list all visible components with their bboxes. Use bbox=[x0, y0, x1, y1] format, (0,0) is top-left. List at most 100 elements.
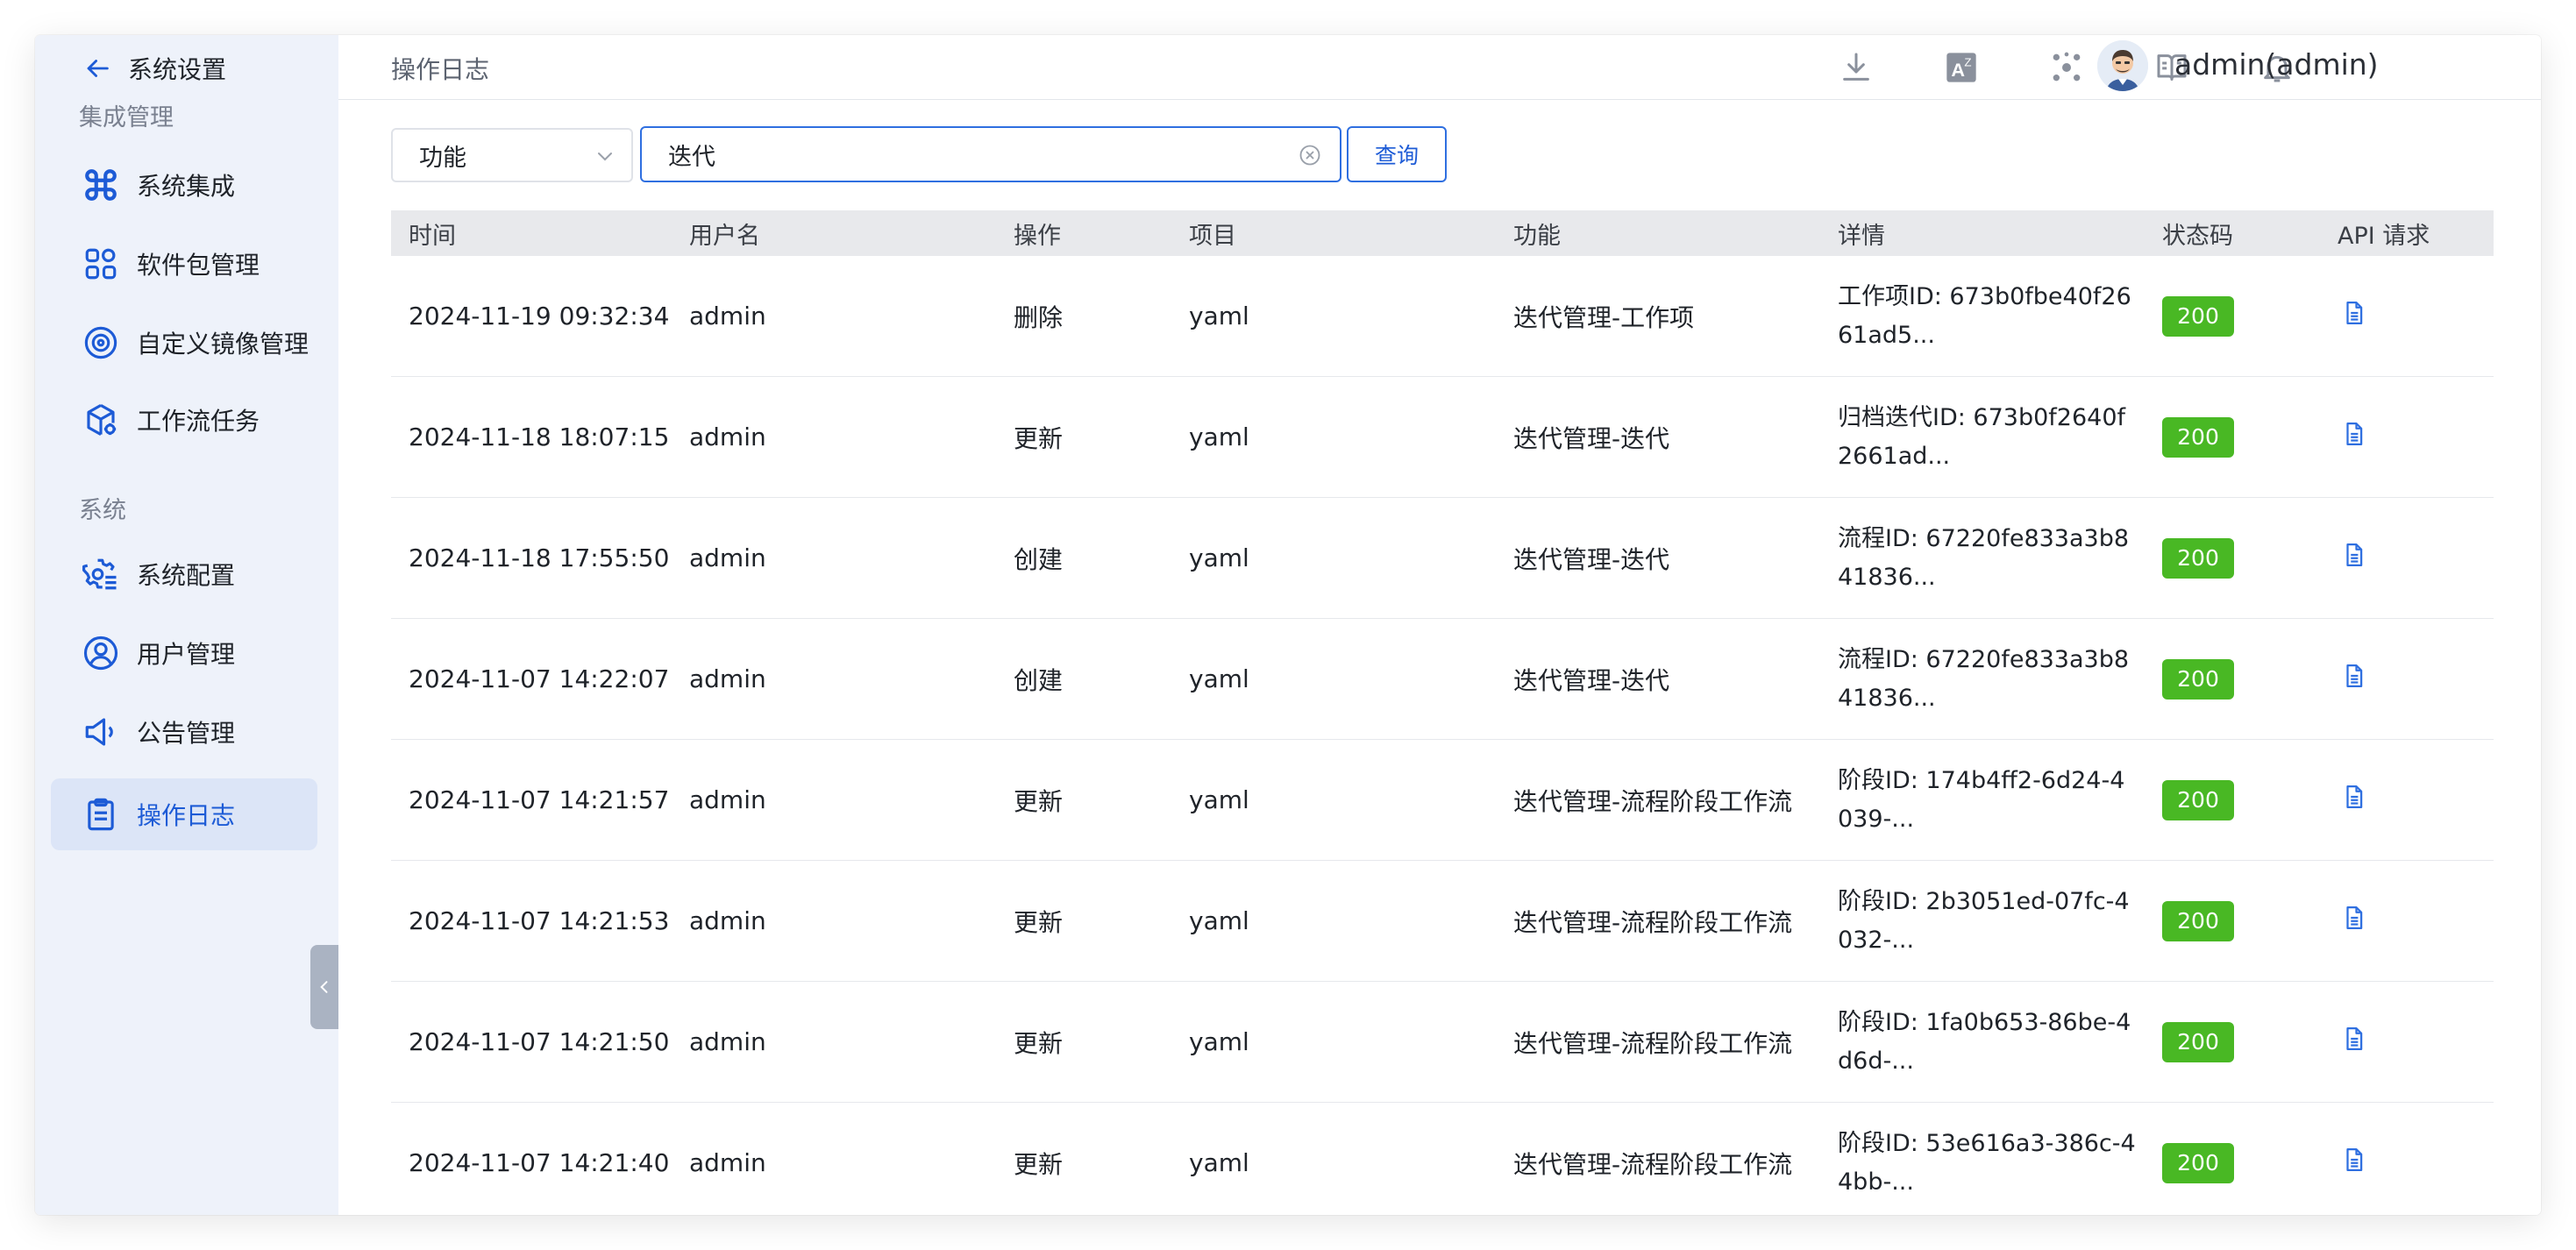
status-badge: 200 bbox=[2162, 537, 2234, 579]
sidebar-item-system-integration[interactable]: 系统集成 bbox=[51, 149, 317, 221]
query-button[interactable]: 查询 bbox=[1347, 126, 1447, 182]
sidebar-item-announcement[interactable]: 公告管理 bbox=[51, 696, 317, 768]
cell-function: 迭代管理-流程阶段工作流 bbox=[1513, 907, 1793, 937]
cell-user: admin bbox=[689, 906, 766, 935]
cell-status: 200 bbox=[2145, 779, 2320, 820]
table-header: 时间 用户名 操作 项目 功能 详情 状态码 API 请求 bbox=[391, 210, 2494, 256]
cell-function: 迭代管理-流程阶段工作流 bbox=[1513, 1149, 1793, 1179]
status-badge: 200 bbox=[2162, 900, 2234, 941]
column-header: 用户名 bbox=[689, 222, 760, 250]
cell-api bbox=[2320, 905, 2494, 937]
document-icon[interactable] bbox=[2341, 300, 2367, 326]
cell-operation: 更新 bbox=[1014, 1149, 1064, 1179]
gear-list-icon bbox=[81, 554, 121, 594]
clear-icon[interactable] bbox=[1298, 143, 1322, 167]
detail-text: 归档迭代ID: 673b0f2640f2661ad... bbox=[1838, 403, 2126, 470]
cell-status: 200 bbox=[2145, 900, 2320, 941]
status-badge: 200 bbox=[2162, 295, 2234, 337]
cell-function: 迭代管理-工作项 bbox=[1513, 302, 1695, 332]
detail-text: 阶段ID: 2b3051ed-07fc-4032-... bbox=[1838, 887, 2130, 954]
user-name[interactable]: admin(admin) bbox=[2174, 47, 2379, 82]
search-input[interactable] bbox=[668, 140, 1264, 168]
sidebar-item-system-config[interactable]: 系统配置 bbox=[51, 538, 317, 610]
sidebar-item-label: 系统配置 bbox=[137, 561, 236, 590]
download-icon[interactable] bbox=[1836, 47, 1876, 88]
cell-operation: 创建 bbox=[1014, 544, 1064, 574]
sidebar-item-user-management[interactable]: 用户管理 bbox=[51, 617, 317, 689]
cell-detail: 流程ID: 67220fe833a3b841836... bbox=[1820, 520, 2145, 597]
network-icon[interactable] bbox=[2046, 47, 2087, 88]
column-header: 时间 bbox=[409, 222, 456, 250]
avatar[interactable] bbox=[2097, 40, 2148, 91]
cell-user: admin bbox=[689, 423, 766, 451]
sidebar-collapse-button[interactable] bbox=[310, 945, 338, 1029]
document-icon[interactable] bbox=[2341, 784, 2367, 810]
sidebar-item-label: 工作流任务 bbox=[137, 407, 260, 436]
table-row[interactable]: 2024-11-18 18:07:15 admin 更新 yaml 迭代管理-迭… bbox=[391, 377, 2494, 498]
cell-api bbox=[2320, 542, 2494, 574]
sidebar-item-label: 操作日志 bbox=[137, 801, 236, 830]
table-row[interactable]: 2024-11-07 14:22:07 admin 创建 yaml 迭代管理-迭… bbox=[391, 619, 2494, 740]
sidebar-item-package-management[interactable]: 软件包管理 bbox=[51, 228, 317, 300]
cell-user: admin bbox=[689, 1148, 766, 1177]
cell-project: yaml bbox=[1189, 906, 1249, 935]
user-circle-icon bbox=[81, 633, 121, 673]
detail-text: 流程ID: 67220fe833a3b841836... bbox=[1838, 524, 2130, 591]
cell-time: 2024-11-07 14:21:40 bbox=[409, 1148, 670, 1177]
table-row[interactable]: 2024-11-07 14:21:53 admin 更新 yaml 迭代管理-流… bbox=[391, 861, 2494, 982]
cell-detail: 阶段ID: 53e616a3-386c-44bb-... bbox=[1820, 1125, 2145, 1202]
translate-icon[interactable]: AZ bbox=[1941, 47, 1982, 88]
cell-project: yaml bbox=[1189, 1027, 1249, 1056]
document-icon[interactable] bbox=[2341, 1026, 2367, 1052]
column-header: 详情 bbox=[1838, 222, 1885, 250]
status-badge: 200 bbox=[2162, 416, 2234, 458]
app-window: 系统设置 集成管理 系统集成 软件包管理 自定义镜像管理 工作流任务 系统 系统… bbox=[35, 35, 2541, 1215]
table-body: 2024-11-19 09:32:34 admin 删除 yaml 迭代管理-工… bbox=[391, 256, 2494, 1215]
arrow-left-icon bbox=[87, 60, 109, 77]
table-row[interactable]: 2024-11-07 14:21:40 admin 更新 yaml 迭代管理-流… bbox=[391, 1103, 2494, 1215]
sidebar-item-custom-image[interactable]: 自定义镜像管理 bbox=[51, 307, 317, 379]
cell-api bbox=[2320, 1026, 2494, 1058]
cell-operation: 删除 bbox=[1014, 302, 1064, 332]
sidebar-item-workflow-task[interactable]: 工作流任务 bbox=[51, 384, 317, 456]
cell-project: yaml bbox=[1189, 785, 1249, 814]
cell-status: 200 bbox=[2145, 295, 2320, 337]
sidebar: 系统设置 集成管理 系统集成 软件包管理 自定义镜像管理 工作流任务 系统 系统… bbox=[35, 35, 338, 1215]
cell-status: 200 bbox=[2145, 416, 2320, 458]
cell-api bbox=[2320, 1147, 2494, 1179]
megaphone-icon bbox=[81, 712, 121, 752]
document-icon[interactable] bbox=[2341, 1147, 2367, 1173]
cell-user: admin bbox=[689, 543, 766, 572]
cell-function: 迭代管理-迭代 bbox=[1513, 665, 1670, 695]
sidebar-item-operation-log[interactable]: 操作日志 bbox=[51, 778, 317, 850]
filter-field-value: 功能 bbox=[419, 144, 466, 172]
cell-project: yaml bbox=[1189, 543, 1249, 572]
document-icon[interactable] bbox=[2341, 421, 2367, 447]
cell-user: admin bbox=[689, 302, 766, 330]
group-title-system: 系统 bbox=[79, 497, 126, 524]
status-badge: 200 bbox=[2162, 658, 2234, 700]
command-icon bbox=[81, 165, 121, 205]
chevron-down-icon bbox=[598, 153, 612, 161]
column-header: 项目 bbox=[1189, 222, 1236, 250]
box-gear-icon bbox=[81, 400, 121, 440]
table-row[interactable]: 2024-11-07 14:21:50 admin 更新 yaml 迭代管理-流… bbox=[391, 982, 2494, 1103]
svg-text:A: A bbox=[1951, 59, 1965, 81]
cell-operation: 更新 bbox=[1014, 1028, 1064, 1058]
cell-api bbox=[2320, 421, 2494, 453]
cell-user: admin bbox=[689, 785, 766, 814]
table-row[interactable]: 2024-11-07 14:21:57 admin 更新 yaml 迭代管理-流… bbox=[391, 740, 2494, 861]
table-row[interactable]: 2024-11-18 17:55:50 admin 创建 yaml 迭代管理-迭… bbox=[391, 498, 2494, 619]
document-icon[interactable] bbox=[2341, 663, 2367, 689]
sidebar-item-label: 系统集成 bbox=[137, 172, 236, 201]
table-row[interactable]: 2024-11-19 09:32:34 admin 删除 yaml 迭代管理-工… bbox=[391, 256, 2494, 377]
back-button[interactable]: 系统设置 bbox=[82, 51, 226, 86]
document-icon[interactable] bbox=[2341, 905, 2367, 931]
back-label: 系统设置 bbox=[128, 55, 227, 84]
document-icon[interactable] bbox=[2341, 542, 2367, 568]
filter-field-select[interactable]: 功能 bbox=[391, 128, 633, 182]
sidebar-item-label: 自定义镜像管理 bbox=[137, 330, 310, 359]
cell-api bbox=[2320, 663, 2494, 695]
cell-project: yaml bbox=[1189, 423, 1249, 451]
sidebar-item-label: 用户管理 bbox=[137, 640, 236, 669]
